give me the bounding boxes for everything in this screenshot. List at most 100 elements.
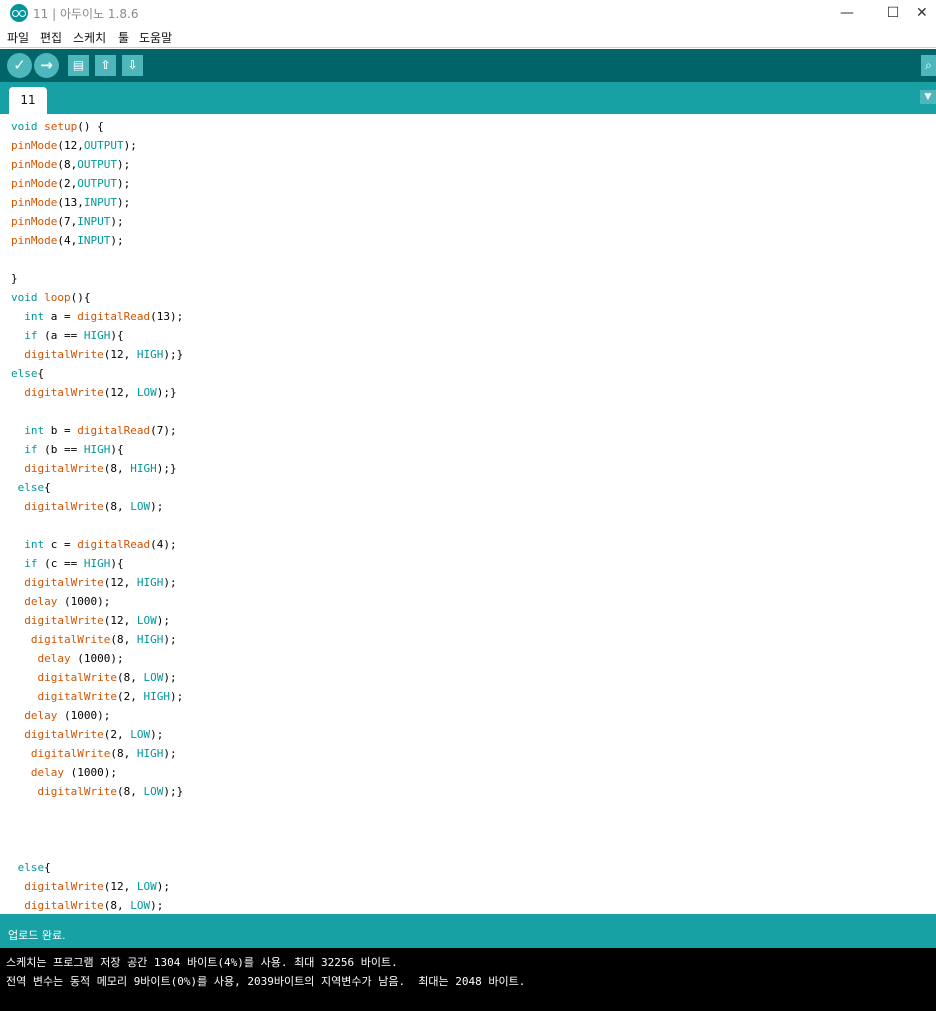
code-token: LOW xyxy=(136,880,157,893)
save-sketch-button[interactable]: ⇩ xyxy=(122,55,143,76)
code-token: (2, xyxy=(116,690,144,703)
console-line: 전역 변수는 동적 메모리 9바이트(0%)를 사용, 2039바이트의 지역변… xyxy=(6,975,526,988)
code-token: digitalWrite xyxy=(24,614,104,627)
code-line: digitalWrite(8, LOW); xyxy=(11,668,183,687)
code-token: digitalRead xyxy=(77,538,151,551)
code-token: { xyxy=(44,481,51,494)
code-line: pinMode(12,OUTPUT); xyxy=(11,136,183,155)
code-token: (2, xyxy=(103,728,131,741)
menu-edit[interactable]: 편집 xyxy=(40,29,62,46)
code-token: ); xyxy=(163,747,177,760)
code-token: } xyxy=(11,272,18,285)
code-token: HIGH xyxy=(83,443,111,456)
open-sketch-button[interactable]: ⇧ xyxy=(95,55,116,76)
code-token: (12, xyxy=(103,348,137,361)
title-bar: 11 | 아두이노 1.8.6 — ☐ ✕ xyxy=(0,0,936,26)
code-token: ); xyxy=(110,234,124,247)
code-token: (1000); xyxy=(64,766,117,779)
code-token: (b == xyxy=(37,443,84,456)
code-token: else xyxy=(17,481,45,494)
code-token: else xyxy=(17,861,45,874)
code-token: HIGH xyxy=(130,462,157,475)
code-token: pinMode xyxy=(11,139,58,152)
code-token: );} xyxy=(163,785,184,798)
maximize-button[interactable]: ☐ xyxy=(870,0,916,26)
code-token: ); xyxy=(150,728,164,741)
upload-button[interactable]: → xyxy=(34,53,59,78)
tab-menu-button[interactable]: ▼ xyxy=(920,90,936,104)
code-token: int xyxy=(24,310,45,323)
status-bar: 업로드 완료. xyxy=(0,914,936,948)
code-token: (){ xyxy=(70,291,91,304)
code-token: (8, xyxy=(116,785,144,798)
new-sketch-button[interactable]: ▤ xyxy=(68,55,89,76)
code-token: HIGH xyxy=(143,690,170,703)
arrow-up-icon: ⇧ xyxy=(100,58,111,72)
code-token: if xyxy=(24,557,38,570)
minimize-button[interactable]: — xyxy=(824,0,870,26)
code-token: INPUT xyxy=(83,196,117,209)
code-token: a = xyxy=(44,310,78,323)
code-token: setup xyxy=(44,120,78,133)
code-token: LOW xyxy=(130,500,151,513)
serial-monitor-button[interactable]: ⌕ xyxy=(921,55,936,76)
code-token: pinMode xyxy=(11,196,58,209)
code-token: LOW xyxy=(130,728,151,741)
menu-sketch[interactable]: 스케치 xyxy=(73,29,106,46)
code-token: );} xyxy=(156,386,177,399)
arrow-down-icon: ⇩ xyxy=(127,58,138,72)
toolbar: ✓ → ▤ ⇧ ⇩ ⌕ xyxy=(0,49,936,82)
code-token: (1000); xyxy=(70,652,124,665)
code-line: digitalWrite(2, LOW); xyxy=(11,725,183,744)
code-token: ); xyxy=(169,690,184,703)
code-line: digitalWrite(8, LOW); xyxy=(11,896,183,914)
menu-file[interactable]: 파일 xyxy=(7,29,29,46)
code-line: pinMode(2,OUTPUT); xyxy=(11,174,183,193)
code-line: digitalWrite(8, HIGH); xyxy=(11,630,183,649)
code-token: (12, xyxy=(103,880,137,893)
code-token: digitalRead xyxy=(77,310,151,323)
new-file-icon: ▤ xyxy=(72,58,85,72)
code-token: (12, xyxy=(103,614,137,627)
code-token: (12, xyxy=(103,386,137,399)
code-token: ); xyxy=(163,633,177,646)
code-editor[interactable]: void setup() {pinMode(12,OUTPUT); pinMode… xyxy=(0,114,936,914)
console-line: 스케치는 프로그램 저장 공간 1304 바이트(4%)를 사용. 최대 322… xyxy=(6,956,398,969)
tab-sketch-11[interactable]: 11 xyxy=(9,87,47,114)
menu-help[interactable]: 도움말 xyxy=(139,29,172,46)
code-token: LOW xyxy=(136,386,157,399)
code-line: digitalWrite(2, HIGH); xyxy=(11,687,184,706)
code-token: ); xyxy=(116,158,131,171)
code-token: (8, xyxy=(110,633,137,646)
code-token: ); xyxy=(116,196,131,209)
code-line: digitalWrite(12, LOW); xyxy=(11,611,183,630)
close-button[interactable]: ✕ xyxy=(916,0,936,26)
code-line: digitalWrite(8, LOW);} xyxy=(11,782,184,801)
code-token: digitalWrite xyxy=(37,785,117,798)
code-token: OUTPUT xyxy=(77,158,117,171)
code-token: HIGH xyxy=(83,329,111,342)
code-token: digitalWrite xyxy=(24,576,104,589)
menu-tools[interactable]: 툴 xyxy=(118,29,129,46)
verify-button[interactable]: ✓ xyxy=(7,53,32,78)
code-token: (12, xyxy=(103,576,137,589)
code-token: delay xyxy=(24,595,58,608)
code-token: LOW xyxy=(143,785,164,798)
code-line: if (c == HIGH){ xyxy=(11,554,183,573)
code-token: (8, xyxy=(116,671,144,684)
code-line: digitalWrite(12, HIGH); xyxy=(11,573,183,592)
